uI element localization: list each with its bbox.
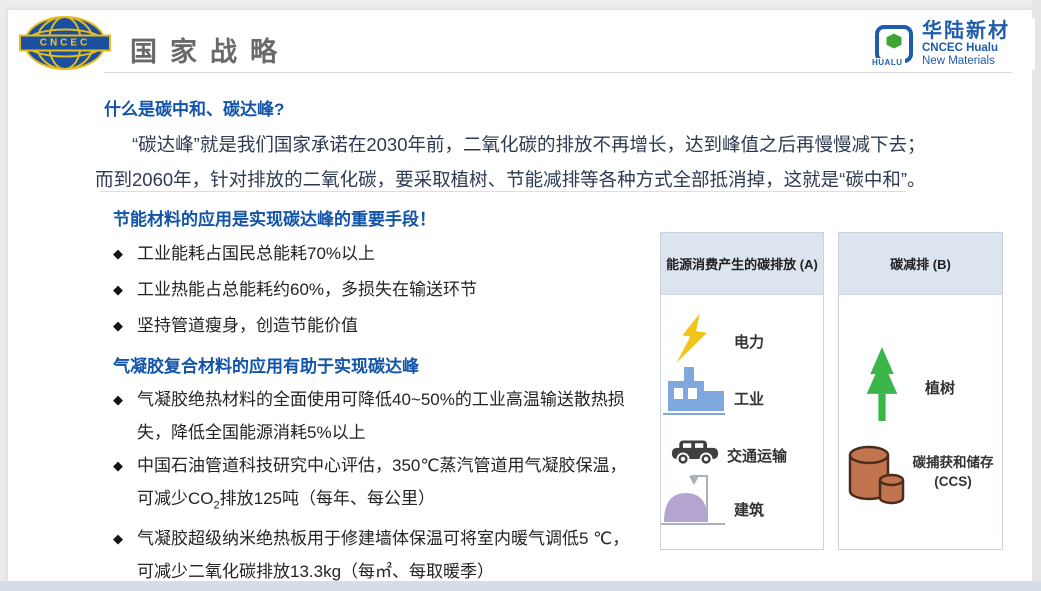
bullet-item: ◆ 气凝胶绝热材料的全面使用可降低40~50%的工业高温输送散热损 失，降低全国… bbox=[113, 383, 678, 449]
section3-heading: 气凝胶复合材料的应用有助于实现碳达峰 bbox=[113, 352, 419, 377]
panel-reduction: 碳减排 (B) 植树 碳捕获和储存 (CCS) bbox=[838, 232, 1003, 550]
bullet-text-line: 中国石油管道科技研究中心评估，350℃蒸汽管道用气凝胶保温， bbox=[137, 449, 626, 482]
lightning-icon bbox=[675, 311, 714, 367]
hualu-name-en2: New Materials bbox=[922, 55, 1010, 67]
dome-building-icon bbox=[663, 469, 723, 523]
bullet-text: 工业能耗占国民总能耗70%以上 bbox=[137, 236, 375, 272]
hualu-name-cn: 华陆新材 bbox=[922, 21, 1010, 43]
page-title: 国家战略 bbox=[130, 30, 290, 69]
label-tree-planting: 植树 bbox=[925, 377, 955, 398]
bullet-text-line: 气凝胶超级纳米绝热板用于修建墙体保温可将室内暖气调低5 ℃， bbox=[137, 522, 629, 555]
section3-bullet-list: ◆ 气凝胶绝热材料的全面使用可降低40~50%的工业高温输送散热损 失，降低全国… bbox=[113, 383, 678, 588]
cncec-text: CNCEC bbox=[40, 38, 91, 49]
label-industry: 工业 bbox=[734, 388, 764, 409]
label-electricity: 电力 bbox=[734, 331, 764, 352]
factory-ground-line bbox=[663, 413, 725, 415]
section2-bullet-list: ◆ 工业能耗占国民总能耗70%以上 ◆ 工业热能占总能耗约60%，多损失在输送环… bbox=[113, 236, 673, 344]
slide-bottom-edge bbox=[0, 581, 1041, 591]
diamond-bullet-icon: ◆ bbox=[113, 383, 137, 449]
diamond-bullet-icon: ◆ bbox=[113, 236, 137, 272]
bullet-text-line: 气凝胶绝热材料的全面使用可降低40~50%的工业高温输送散热损 bbox=[137, 383, 625, 416]
bullet-text: 坚持管道瘦身，创造节能价值 bbox=[137, 308, 358, 344]
section-divider bbox=[100, 191, 906, 192]
hualu-name-en1: CNCEC Hualu bbox=[922, 42, 1010, 54]
diamond-bullet-icon: ◆ bbox=[113, 449, 137, 522]
tree-icon bbox=[863, 347, 901, 421]
slide: CNCEC 国家战略 HUALU 华陆新材 CNCEC Hualu New Ma… bbox=[8, 10, 1032, 581]
bullet-text: 工业热能占总能耗约60%，多损失在输送环节 bbox=[137, 272, 477, 308]
diamond-bullet-icon: ◆ bbox=[113, 522, 137, 588]
factory-icon bbox=[665, 367, 727, 411]
building-ground-line bbox=[661, 523, 725, 525]
slide-right-edge bbox=[1032, 0, 1041, 581]
diamond-bullet-icon: ◆ bbox=[113, 308, 137, 344]
label-transport: 交通运输 bbox=[727, 445, 787, 466]
hualu-mark-label: HUALU bbox=[872, 58, 905, 67]
storage-cylinders-icon bbox=[847, 443, 905, 507]
panel-emissions: 能源消费产生的碳排放 (A) 电力 工业 bbox=[660, 232, 824, 550]
bullet-item: ◆ 坚持管道瘦身，创造节能价值 bbox=[113, 308, 673, 344]
panel-emissions-title: 能源消费产生的碳排放 (A) bbox=[661, 233, 823, 295]
bullet-item: ◆ 中国石油管道科技研究中心评估，350℃蒸汽管道用气凝胶保温， 可减少CO2排… bbox=[113, 449, 678, 522]
cncec-logo-icon: CNCEC bbox=[24, 16, 106, 70]
paragraph-line: “碳达峰”就是我们国家承诺在2030年前，二氧化碳的排放不再增长，达到峰值之后再… bbox=[95, 127, 1027, 162]
cncec-banner: CNCEC bbox=[19, 35, 111, 52]
car-icon bbox=[671, 438, 719, 467]
section1-paragraph: “碳达峰”就是我们国家承诺在2030年前，二氧化碳的排放不再增长，达到峰值之后再… bbox=[95, 127, 1027, 197]
section2-heading: 节能材料的应用是实现碳达峰的重要手段！ bbox=[113, 205, 436, 230]
bullet-text-line: 失，降低全国能源消耗5%以上 bbox=[137, 416, 625, 449]
bullet-item: ◆ 工业热能占总能耗约60%，多损失在输送环节 bbox=[113, 272, 673, 308]
label-building: 建筑 bbox=[734, 499, 764, 520]
title-divider bbox=[104, 72, 1012, 73]
hualu-logo: HUALU 华陆新材 CNCEC Hualu New Materials bbox=[875, 18, 1035, 70]
hualu-mark-icon: HUALU bbox=[875, 25, 913, 63]
bullet-text-line: 可减少CO2排放125吨（每年、每公里） bbox=[137, 482, 626, 522]
bullet-item: ◆ 气凝胶超级纳米绝热板用于修建墙体保温可将室内暖气调低5 ℃， 可减少二氧化碳… bbox=[113, 522, 678, 588]
panel-reduction-title: 碳减排 (B) bbox=[839, 233, 1002, 295]
section1-heading: 什么是碳中和、碳达峰? bbox=[104, 95, 284, 120]
diamond-bullet-icon: ◆ bbox=[113, 272, 137, 308]
label-ccs: 碳捕获和储存 (CCS) bbox=[905, 453, 1001, 491]
bullet-item: ◆ 工业能耗占国民总能耗70%以上 bbox=[113, 236, 673, 272]
